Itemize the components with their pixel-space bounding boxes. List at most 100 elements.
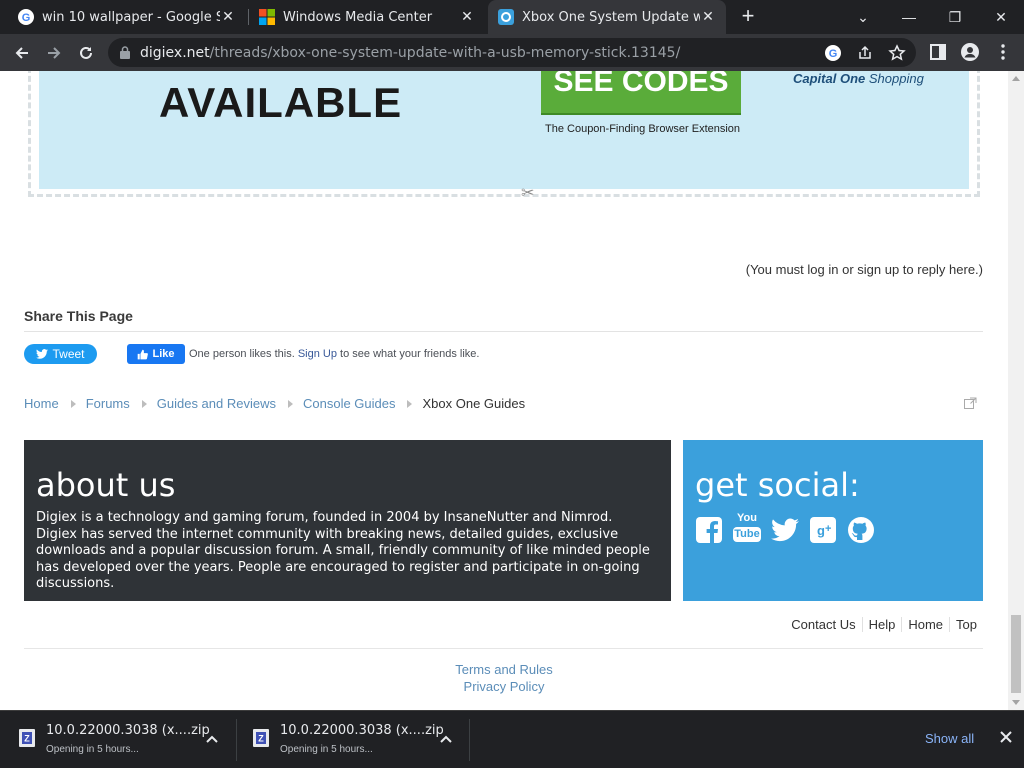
- svg-text:Z: Z: [24, 734, 30, 744]
- window-close-button[interactable]: ✕: [978, 0, 1024, 34]
- bookmark-star-icon[interactable]: [888, 44, 906, 62]
- external-link-icon[interactable]: [964, 397, 977, 409]
- footer-links: Contact Us Help Home Top: [785, 617, 983, 632]
- reload-button[interactable]: [73, 40, 99, 66]
- vertical-scrollbar[interactable]: [1008, 71, 1024, 710]
- tab-windows-media-center[interactable]: Windows Media Center ✕: [249, 0, 485, 34]
- download-separator: [469, 719, 470, 761]
- breadcrumb-home[interactable]: Home: [24, 396, 59, 411]
- terms-link[interactable]: Terms and Rules: [0, 662, 1008, 677]
- download-status: Opening in 5 hours...: [46, 744, 139, 755]
- tab-title: Windows Media Center: [283, 9, 433, 25]
- tab-title: Xbox One System Update with a USB Memory…: [522, 9, 700, 25]
- download-filename: 10.0.22000.3038 (x....zip: [46, 723, 210, 738]
- reply-login-note[interactable]: (You must log in or sign up to reply her…: [746, 262, 983, 277]
- share-title: Share This Page: [24, 308, 133, 324]
- svg-text:+: +: [825, 523, 831, 535]
- back-button[interactable]: [9, 40, 35, 66]
- facebook-signup-link[interactable]: Sign Up: [298, 348, 337, 360]
- youtube-top: You: [737, 512, 757, 524]
- divider: [24, 331, 983, 332]
- facebook-icon[interactable]: [695, 516, 723, 544]
- facebook-like-button[interactable]: Like: [127, 344, 185, 364]
- forward-button[interactable]: [41, 40, 67, 66]
- like-count-text: One person likes this.: [189, 348, 295, 360]
- kebab-menu-icon[interactable]: [993, 42, 1013, 62]
- minimize-button[interactable]: —: [886, 0, 932, 34]
- social-title: get social:: [695, 466, 860, 504]
- show-all-downloads-button[interactable]: Show all: [925, 731, 974, 746]
- tab-xbox-update[interactable]: Xbox One System Update with a USB Memory…: [488, 0, 726, 34]
- youtube-bottom: Tube: [733, 527, 761, 542]
- scrollbar-thumb[interactable]: [1011, 615, 1021, 693]
- profile-icon[interactable]: [960, 42, 980, 62]
- ad-headline: AVAILABLE: [159, 79, 403, 126]
- close-tab-icon[interactable]: ✕: [700, 9, 716, 25]
- privacy-link[interactable]: Privacy Policy: [0, 679, 1008, 694]
- tweet-label: Tweet: [52, 347, 85, 361]
- new-tab-button[interactable]: +: [736, 5, 760, 29]
- svg-text:g: g: [817, 523, 825, 538]
- footer-help[interactable]: Help: [861, 617, 902, 632]
- google-lens-icon[interactable]: G: [824, 44, 842, 62]
- zip-file-icon: Z: [253, 729, 269, 747]
- about-title: about us: [36, 466, 176, 504]
- svg-text:G: G: [829, 48, 838, 60]
- chevron-up-icon[interactable]: [440, 734, 452, 744]
- download-filename: 10.0.22000.3038 (x....zip: [280, 723, 444, 738]
- signup-suffix: to see what your friends like.: [340, 348, 480, 360]
- download-item[interactable]: Z 10.0.22000.3038 (x....zip Opening in 5…: [14, 711, 236, 769]
- download-separator: [236, 719, 237, 761]
- url-path: /threads/xbox-one-system-update-with-a-u…: [209, 45, 681, 61]
- tweet-button[interactable]: Tweet: [24, 344, 97, 364]
- twitter-bird-icon: [36, 349, 49, 359]
- forward-arrow-icon: [48, 47, 61, 59]
- coupon-ad[interactable]: AVAILABLE SEE CODES The Coupon-Finding B…: [28, 71, 980, 202]
- footer-home[interactable]: Home: [901, 617, 949, 632]
- reload-icon: [80, 46, 92, 59]
- restore-button[interactable]: ❐: [932, 0, 978, 34]
- breadcrumb-xbox-one-guides[interactable]: Xbox One Guides: [422, 396, 525, 411]
- twitter-icon[interactable]: [771, 516, 799, 544]
- breadcrumb-console-guides[interactable]: Console Guides: [303, 396, 396, 411]
- tab-google-search[interactable]: G win 10 wallpaper - Google Search ✕: [8, 0, 246, 34]
- address-bar[interactable]: digiex.net/threads/xbox-one-system-updat…: [108, 38, 916, 67]
- windows-icon: [259, 9, 275, 25]
- close-icon[interactable]: [998, 729, 1014, 745]
- breadcrumb: Home Forums Guides and Reviews Console G…: [24, 396, 525, 411]
- footer-contact-us[interactable]: Contact Us: [785, 617, 861, 632]
- chevron-up-icon[interactable]: [206, 734, 218, 744]
- youtube-icon[interactable]: You Tube: [733, 512, 761, 548]
- breadcrumb-guides-reviews[interactable]: Guides and Reviews: [157, 396, 276, 411]
- ad-tagline: The Coupon-Finding Browser Extension: [545, 123, 741, 135]
- facebook-like-text: One person likes this. Sign Up to see wh…: [189, 348, 479, 360]
- url-host: digiex.net: [140, 45, 210, 61]
- breadcrumb-forums[interactable]: Forums: [86, 396, 130, 411]
- tab-strip: G win 10 wallpaper - Google Search ✕ Win…: [0, 0, 1024, 34]
- svg-text:Z: Z: [258, 734, 264, 744]
- download-shelf: Z 10.0.22000.3038 (x....zip Opening in 5…: [0, 710, 1024, 768]
- zip-file-icon: Z: [19, 729, 35, 747]
- scroll-up-arrow-icon[interactable]: [1012, 76, 1020, 81]
- about-text: Digiex is a technology and gaming forum,…: [36, 510, 650, 591]
- close-tab-icon[interactable]: ✕: [220, 9, 236, 25]
- side-panel-icon[interactable]: [928, 42, 948, 62]
- chevron-right-icon: [407, 399, 413, 408]
- chevron-right-icon: [141, 399, 147, 408]
- download-item[interactable]: Z 10.0.22000.3038 (x....zip Opening in 5…: [248, 711, 470, 769]
- capital-one-logo: Capital One Shopping: [793, 71, 924, 86]
- scroll-down-arrow-icon[interactable]: [1012, 700, 1020, 705]
- chevron-right-icon: [287, 399, 293, 408]
- thumbs-up-icon: [138, 349, 149, 359]
- share-icon[interactable]: [856, 44, 874, 62]
- github-icon[interactable]: [847, 516, 875, 544]
- ad-panel: AVAILABLE SEE CODES The Coupon-Finding B…: [39, 71, 969, 189]
- url-text: digiex.net/threads/xbox-one-system-updat…: [140, 45, 680, 61]
- tab-search-button[interactable]: ⌄: [840, 0, 886, 34]
- ad-brand-name: Capital One: [793, 71, 866, 86]
- see-codes-button[interactable]: SEE CODES: [541, 71, 741, 113]
- lock-icon: [120, 46, 130, 59]
- google-plus-icon[interactable]: g +: [809, 516, 837, 544]
- close-tab-icon[interactable]: ✕: [459, 9, 475, 25]
- footer-top[interactable]: Top: [949, 617, 983, 632]
